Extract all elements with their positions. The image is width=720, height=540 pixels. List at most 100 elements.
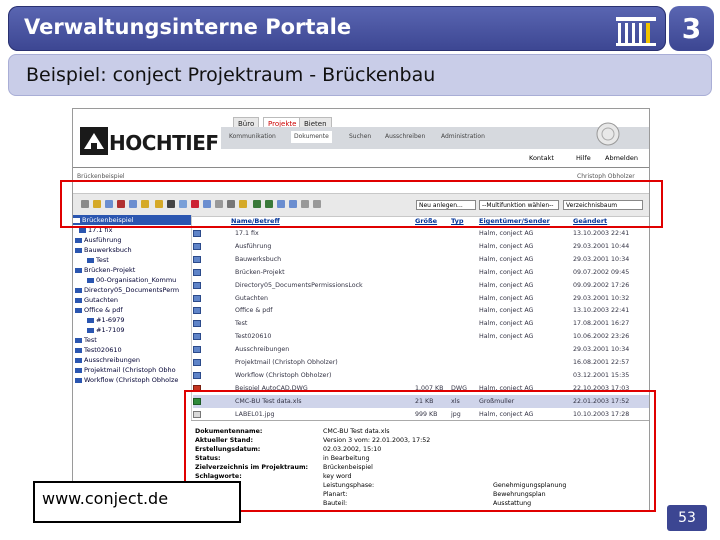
table-row[interactable]: Bauwerksbuch Halm, conject AG 29.03.2001 1… [193,253,649,266]
folder-icon [193,268,201,276]
cell-owner: Halm, conject AG [479,294,534,302]
cell-name[interactable]: Test020610 [235,330,271,343]
tree-item[interactable]: #1-6979 [87,315,124,325]
tree-item[interactable]: 00-Organisation_Kommu [87,275,176,285]
table-row[interactable]: Workflow (Christoph Obholzer) 03.12.2001 … [193,369,649,382]
folder-icon [193,281,201,289]
folder-icon [193,294,201,302]
folder-icon [75,347,82,353]
cell-modified: 29.03.2001 10:32 [573,294,630,302]
tree-item[interactable]: Ausführung [75,235,122,245]
folder-icon [193,371,201,379]
current-user: Christoph Obholzer [577,173,635,180]
table-row[interactable]: Gutachten Halm, conject AG 29.03.2001 10:3… [193,292,649,305]
table-row[interactable]: Test Halm, conject AG 17.08.2001 16:27 [193,317,649,330]
link-hilfe[interactable]: Hilfe [576,154,591,162]
cell-modified: 29.03.2001 10:34 [573,346,630,354]
cell-name[interactable]: Gutachten [235,292,268,305]
tree-item[interactable]: Test [75,335,97,345]
folder-icon [75,377,82,383]
cell-owner: Halm, conject AG [479,333,534,341]
logo-text: HOCHTIEF [109,131,219,155]
cell-name[interactable]: Directory05_DocumentsPermissionsLock [235,279,363,292]
subtab-ausschreiben[interactable]: Ausschreiben [385,131,425,143]
table-row[interactable]: 17.1 fix Halm, conject AG 13.10.2003 22:41 [193,227,649,240]
cell-owner: Halm, conject AG [479,320,534,328]
folder-icon [75,297,82,303]
cell-name[interactable]: Ausführung [235,240,271,253]
cell-owner: Halm, conject AG [479,255,534,263]
toolbar-highlight-box [60,180,663,228]
cell-modified: 13.10.2003 22:41 [573,230,630,237]
folder-tree: Brückenbeispiel 17.1 fix Ausführung Bauw… [73,215,192,511]
table-row[interactable]: Ausführung Halm, conject AG 29.03.2001 10:… [193,240,649,253]
cell-modified: 09.07.2002 09:45 [573,268,630,276]
tree-item[interactable]: Bauwerksbuch [75,245,132,255]
subtab-dokumente[interactable]: Dokumente [291,131,332,143]
tree-item[interactable]: Ausschreibungen [75,355,140,365]
cell-name[interactable]: Bauwerksbuch [235,253,281,266]
company-logo: HOCHTIEF [75,125,219,161]
cell-name[interactable]: Test [235,317,247,330]
cell-name[interactable]: Ausschreibungen [235,343,289,356]
tree-item[interactable]: Workflow (Christoph Obholze [75,375,178,385]
folder-icon [87,317,94,323]
tree-item[interactable]: #1-7109 [87,325,124,335]
cell-name[interactable]: Projektmail (Christoph Obholzer) [235,356,338,369]
tree-item[interactable]: Gutachten [75,295,118,305]
subtab-administration[interactable]: Administration [441,131,485,143]
subtab-suchen[interactable]: Suchen [349,131,371,143]
table-row[interactable]: Ausschreibungen 29.03.2001 10:34 [193,343,649,356]
folder-icon [193,359,201,366]
subtab-kommunikation[interactable]: Kommunikation [229,131,276,143]
folder-icon [75,287,82,293]
link-kontakt[interactable]: Kontakt [529,154,554,162]
sub-nav-strip [221,127,649,149]
cell-owner: Halm, conject AG [479,230,534,237]
cell-name[interactable]: Office & pdf [235,304,273,317]
cell-modified: 17.08.2001 16:27 [573,320,630,328]
folder-icon [87,257,94,263]
cell-modified: 29.03.2001 10:44 [573,242,630,250]
cell-owner: Halm, conject AG [479,268,534,276]
source-url: www.conject.de [42,489,169,508]
folder-icon [193,307,201,315]
institution-columns-icon [616,17,656,46]
table-row[interactable]: Brücken-Projekt Halm, conject AG 09.07.200… [193,266,649,279]
folder-icon [75,357,82,363]
cell-name[interactable]: 17.1 fix [235,227,259,240]
tree-item[interactable]: Test020610 [75,345,122,355]
folder-icon [75,337,82,343]
folder-icon [193,333,201,341]
table-row[interactable]: Directory05_DocumentsPermissionsLock Halm… [193,279,649,292]
section-number-badge: 3 [669,6,714,51]
tree-item[interactable]: Directory05_DocumentsPerm [75,285,179,295]
folder-icon [193,242,201,250]
folder-icon [193,230,201,237]
cell-name[interactable]: Workflow (Christoph Obholzer) [235,369,331,382]
cell-modified: 03.12.2001 15:35 [573,371,630,379]
table-row[interactable]: Office & pdf Halm, conject AG 13.10.2003 2… [193,304,649,317]
help-globe-icon[interactable] [595,121,621,147]
cell-owner: Halm, conject AG [479,242,534,250]
table-row[interactable]: Projektmail (Christoph Obholzer) 16.08.20… [193,356,649,369]
cell-modified: 10.06.2002 23:26 [573,333,630,341]
table-row[interactable]: Test020610 Halm, conject AG 10.06.2002 23:… [193,330,649,343]
cell-modified: 13.10.2003 22:41 [573,307,630,315]
cell-modified: 16.08.2001 22:57 [573,359,630,366]
link-abmelden[interactable]: Abmelden [605,154,638,162]
cell-owner: Halm, conject AG [479,307,534,315]
folder-icon [75,267,82,273]
cell-owner: Halm, conject AG [479,281,534,289]
tree-item[interactable]: Brücken-Projekt [75,265,135,275]
divider [73,167,649,168]
tree-item[interactable]: Test [87,255,109,265]
tree-item[interactable]: Office & pdf [75,305,123,315]
cell-name[interactable]: Brücken-Projekt [235,266,285,279]
detail-highlight-box [184,390,656,512]
tree-item[interactable]: Projektmail (Christoph Obho [75,365,176,375]
cell-modified: 09.09.2002 17:26 [573,281,630,289]
folder-icon [193,255,201,263]
folder-icon [87,277,94,283]
folder-icon [75,247,82,253]
